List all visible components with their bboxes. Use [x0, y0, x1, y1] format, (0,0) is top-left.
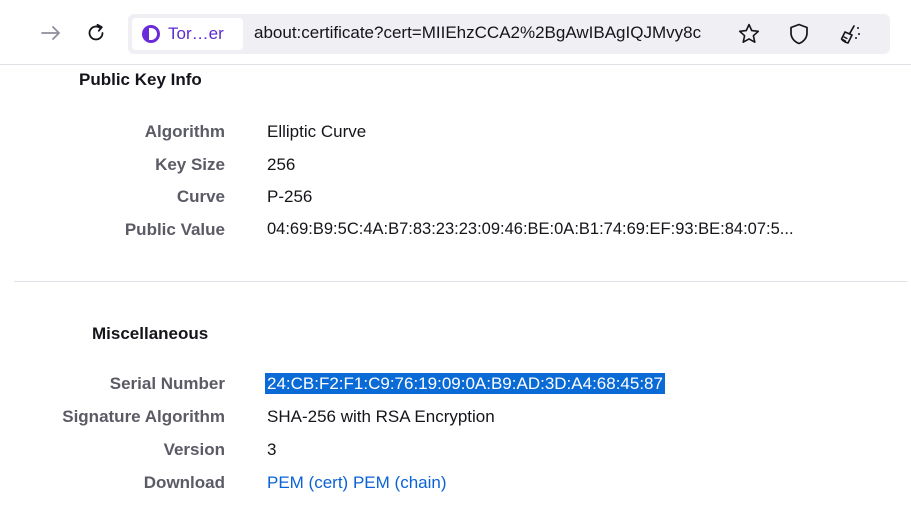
site-identity-button[interactable]: Tor…er — [132, 18, 243, 50]
browser-toolbar: Tor…er about:certificate?cert=MIIEhzCCA2… — [0, 0, 911, 65]
url-input[interactable]: about:certificate?cert=MIIEhzCCA2%2BgAwI… — [254, 23, 732, 43]
url-bar[interactable]: Tor…er about:certificate?cert=MIIEhzCCA2… — [128, 14, 890, 54]
field-label-download: Download — [143, 473, 225, 492]
field-label-key-size: Key Size — [155, 155, 225, 174]
section-title-public-key-info: Public Key Info — [79, 70, 202, 89]
arrow-right-icon[interactable] — [38, 22, 64, 44]
selected-text[interactable]: 24:CB:F2:F1:C9:76:19:09:0A:B9:AD:3D:A4:6… — [265, 373, 665, 394]
download-links: PEM (cert) PEM (chain) — [267, 473, 447, 493]
field-label-curve: Curve — [176, 187, 225, 206]
section-divider — [14, 281, 907, 282]
field-value-signature-algorithm: SHA-256 with RSA Encryption — [267, 407, 495, 426]
download-pem-cert-link[interactable]: PEM (cert) — [267, 473, 348, 492]
field-label-version: Version — [163, 440, 225, 459]
shield-icon[interactable] — [786, 21, 812, 47]
section-title-miscellaneous: Miscellaneous — [92, 324, 209, 343]
field-value-key-size: 256 — [267, 155, 296, 174]
field-value-serial-number[interactable]: 24:CB:F2:F1:C9:76:19:09:0A:B9:AD:3D:A4:6… — [265, 373, 665, 394]
field-label-public-value: Public Value — [124, 220, 225, 239]
field-value-public-value: 04:69:B9:5C:4A:B7:83:23:23:09:46:BE:0A:B… — [267, 220, 794, 238]
star-icon[interactable] — [735, 21, 763, 47]
broom-icon[interactable] — [836, 21, 864, 47]
field-label-serial-number: Serial Number — [109, 374, 225, 393]
field-value-algorithm: Elliptic Curve — [267, 122, 367, 141]
field-value-curve: P-256 — [267, 187, 313, 206]
field-label-signature-algorithm: Signature Algorithm — [62, 407, 225, 426]
reload-icon[interactable] — [83, 20, 109, 46]
field-value-version: 3 — [267, 440, 277, 459]
field-label-algorithm: Algorithm — [144, 122, 225, 141]
onion-icon — [142, 25, 160, 43]
download-pem-chain-link[interactable]: PEM (chain) — [353, 473, 447, 492]
identity-label: Tor…er — [168, 24, 224, 43]
